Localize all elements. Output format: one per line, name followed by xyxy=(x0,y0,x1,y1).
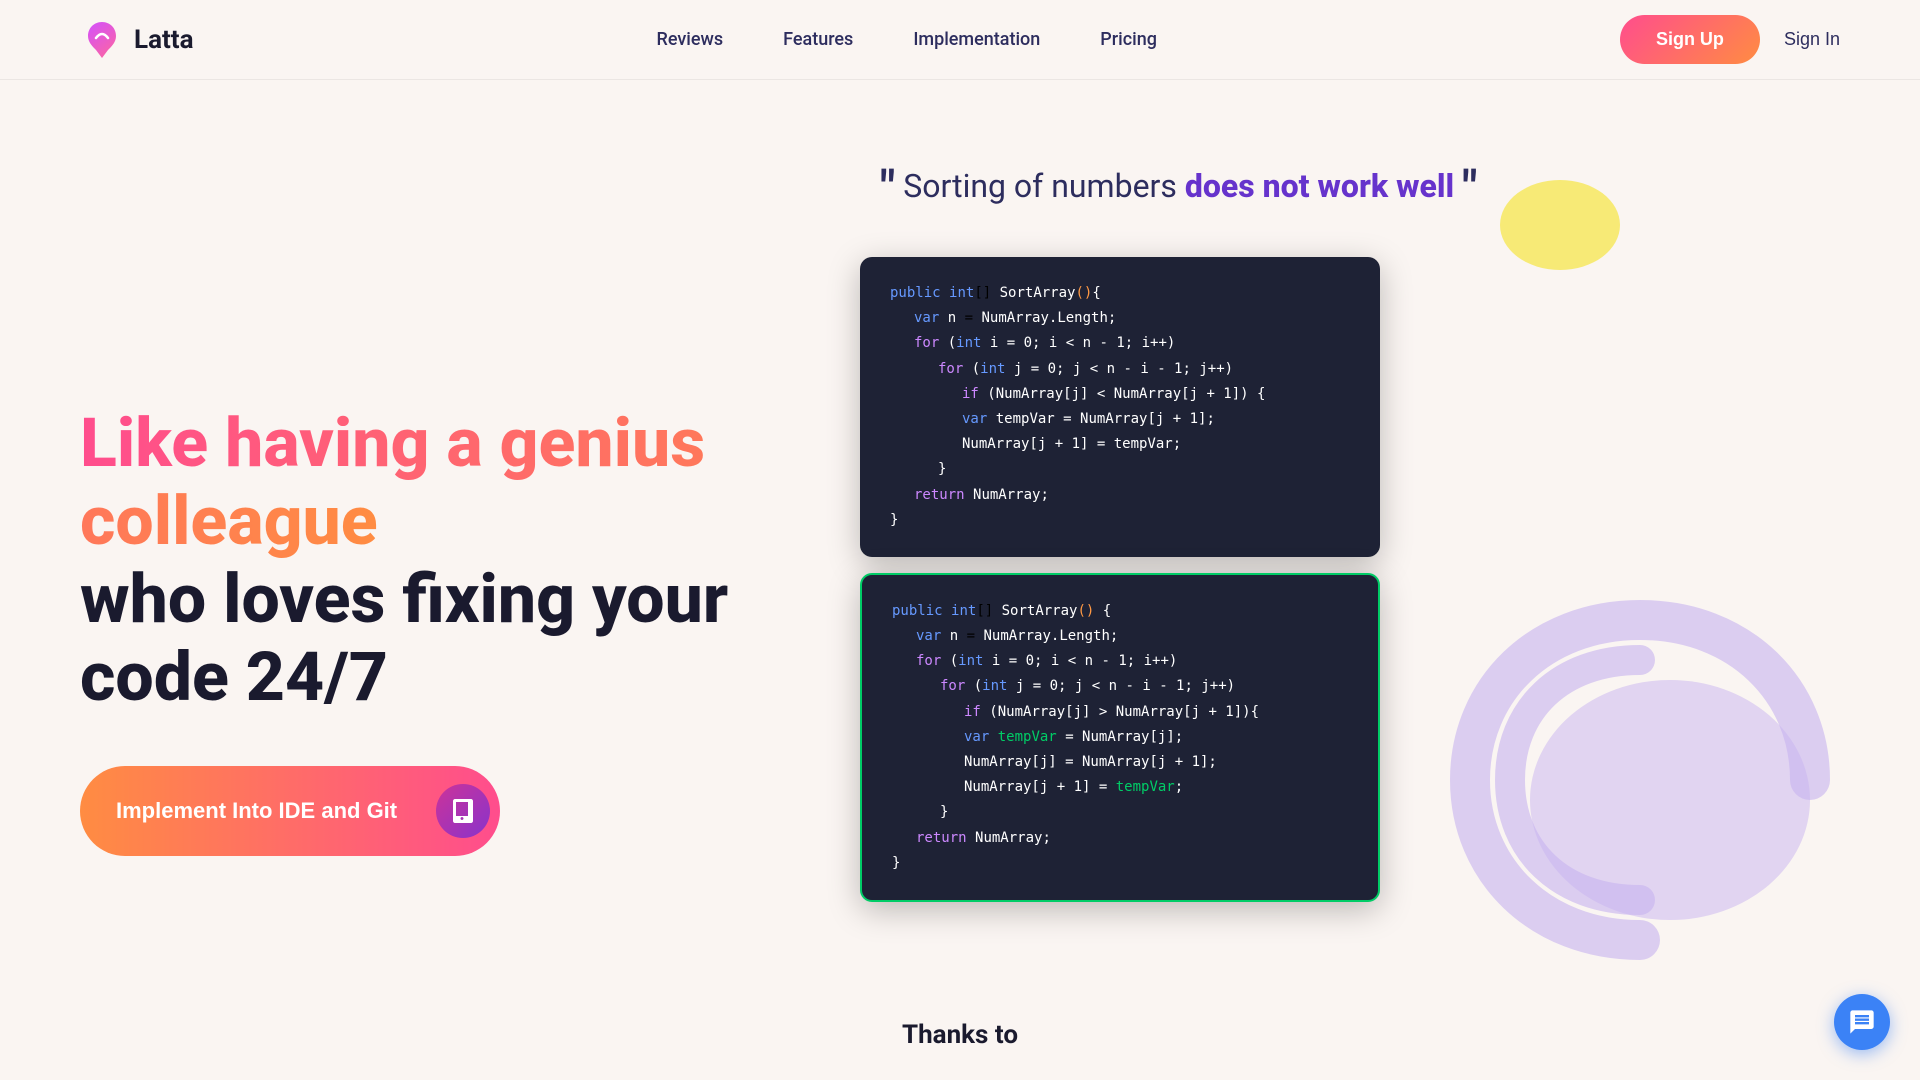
code-card-2: public int[] SortArray() { var n = NumAr… xyxy=(860,573,1380,902)
implement-button[interactable]: Implement Into IDE and Git xyxy=(80,766,500,856)
code-content-1: public int[] SortArray(){ var n = NumArr… xyxy=(890,281,1350,533)
nav-link-pricing[interactable]: Pricing xyxy=(1100,29,1157,50)
swirl-shape xyxy=(1440,600,1840,980)
blob-yellow xyxy=(1500,180,1620,270)
thanks-label: Thanks to xyxy=(902,1020,1018,1050)
nav-item-features[interactable]: Features xyxy=(783,29,853,50)
nav-item-implementation[interactable]: Implementation xyxy=(913,29,1040,50)
signin-button[interactable]: Sign In xyxy=(1784,29,1840,50)
nav-actions: Sign Up Sign In xyxy=(1620,15,1840,64)
code-content-2: public int[] SortArray() { var n = NumAr… xyxy=(892,599,1348,876)
implement-icon-circle xyxy=(436,784,490,838)
signup-button[interactable]: Sign Up xyxy=(1620,15,1760,64)
quote-open: " xyxy=(880,160,895,217)
nav-link-reviews[interactable]: Reviews xyxy=(656,29,723,50)
code-card-1: public int[] SortArray(){ var n = NumArr… xyxy=(860,257,1380,557)
thanks-section: Thanks to xyxy=(902,1020,1018,1050)
quote-close: " xyxy=(1462,160,1477,217)
logo-area[interactable]: Latta xyxy=(80,18,194,62)
phone-icon xyxy=(449,797,477,825)
implement-button-label: Implement Into IDE and Git xyxy=(116,798,397,824)
nav-links: Reviews Features Implementation Pricing xyxy=(656,29,1156,50)
code-cards: public int[] SortArray(){ var n = NumArr… xyxy=(860,257,1380,902)
chat-icon xyxy=(1848,1008,1876,1036)
hero-right: " Sorting of numbers does not work well … xyxy=(780,140,1840,1080)
nav-link-implementation[interactable]: Implementation xyxy=(913,29,1040,50)
nav-link-features[interactable]: Features xyxy=(783,29,853,50)
quote-normal-text: Sorting of numbers xyxy=(903,167,1185,205)
headline-dark: who loves fixing yourcode 24/7 xyxy=(80,559,728,717)
hero-headline: Like having a genius colleague who loves… xyxy=(80,404,780,717)
nav-item-pricing[interactable]: Pricing xyxy=(1100,29,1157,50)
hero-quote: " Sorting of numbers does not work well … xyxy=(880,160,1477,217)
headline-gradient: Like having a genius colleague xyxy=(80,403,705,561)
nav-item-reviews[interactable]: Reviews xyxy=(656,29,723,50)
hero-left: Like having a genius colleague who loves… xyxy=(80,140,780,1080)
hero-section: Like having a genius colleague who loves… xyxy=(0,80,1920,1080)
navbar: Latta Reviews Features Implementation Pr… xyxy=(0,0,1920,80)
logo-icon xyxy=(80,18,124,62)
quote-highlight-text: does not work well xyxy=(1185,167,1454,205)
logo-text: Latta xyxy=(134,25,194,55)
chat-button[interactable] xyxy=(1834,994,1890,1050)
